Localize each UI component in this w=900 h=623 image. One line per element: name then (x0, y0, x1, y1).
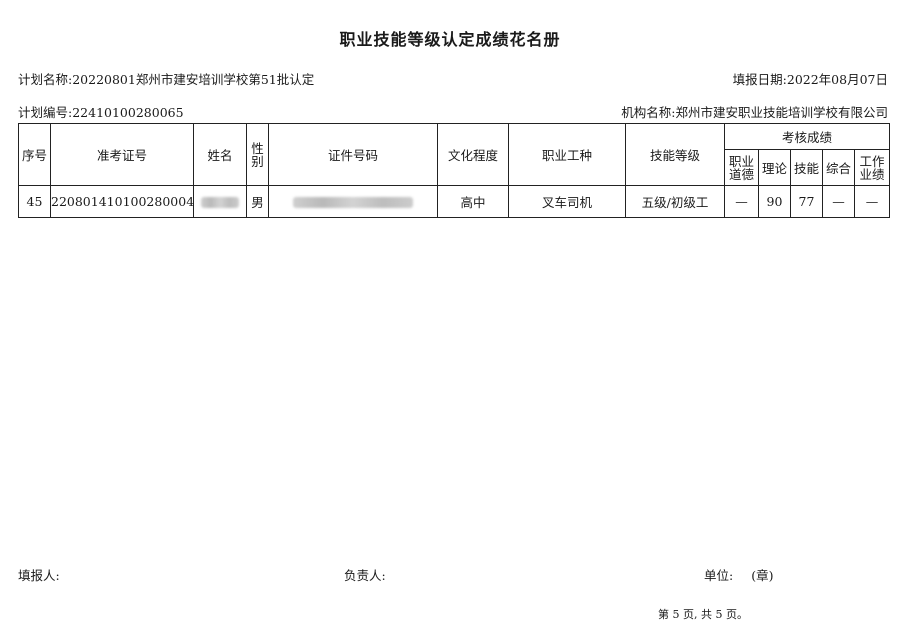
header-work-line2: 业绩 (859, 166, 885, 182)
unit-signature: 单位: (章) (704, 565, 773, 584)
organization-label: 机构名称: (621, 105, 676, 120)
header-name: 姓名 (193, 123, 247, 186)
header-skill-level: 技能等级 (625, 123, 725, 186)
owner-signature: 负责人: (344, 565, 386, 584)
plan-number-label: 计划编号: (18, 105, 73, 120)
header-occupation: 职业工种 (508, 123, 626, 186)
report-date-line: 填报日期:2022年08月07日 (733, 69, 888, 88)
header-skill: 技能 (790, 149, 823, 186)
header-gender-line2: 别 (251, 153, 264, 169)
header-id-number: 证件号码 (268, 123, 438, 186)
cell-education: 高中 (437, 185, 509, 218)
header-overall: 综合 (822, 149, 855, 186)
redacted-id-blur (293, 197, 413, 208)
plan-name-label: 计划名称: (18, 72, 73, 87)
redacted-name-blur (201, 197, 239, 208)
header-ethics: 职业 道德 (724, 149, 759, 186)
header-work-performance: 工作 业绩 (854, 149, 890, 186)
plan-number-value: 22410100280065 (72, 105, 184, 120)
cell-work-performance: — (854, 185, 890, 218)
document-title: 职业技能等级认定成绩花名册 (339, 30, 561, 49)
page-indicator: 第 5 页, 共 5 页。 (658, 608, 748, 621)
header-exam-number: 准考证号 (50, 123, 194, 186)
report-date-label: 填报日期: (732, 72, 787, 87)
cell-overall: — (822, 185, 855, 218)
report-date-value: 2022年08月07日 (786, 72, 888, 87)
cell-name-redacted (193, 185, 247, 218)
plan-name-value: 20220801郑州市建安培训学校第51批认定 (72, 72, 315, 87)
cell-skill-level: 五级/初级工 (625, 185, 725, 218)
header-ethics-line2: 道德 (728, 166, 754, 182)
filler-label: 填报人: (18, 568, 60, 583)
filler-signature: 填报人: (18, 565, 60, 584)
header-theory: 理论 (758, 149, 791, 186)
cell-id-number-redacted (268, 185, 438, 218)
table-row: 45 2208014101002800045 男 高中 叉车司机 五级/初级工 … (18, 185, 890, 218)
organization-value: 郑州市建安职业技能培训学校有限公司 (675, 105, 888, 120)
score-roster-table: 序号 准考证号 姓名 性 别 证件号码 文化程度 职业工种 技能等级 考核成绩 … (18, 123, 890, 218)
header-scores-group: 考核成绩 (724, 123, 890, 150)
seal-placeholder: (章) (751, 568, 774, 583)
cell-occupation: 叉车司机 (508, 185, 626, 218)
cell-exam-number: 2208014101002800045 (50, 185, 194, 218)
cell-theory: 90 (758, 185, 791, 218)
plan-number-line: 计划编号:22410100280065 (18, 102, 184, 121)
cell-seq: 45 (18, 185, 51, 218)
cell-skill: 77 (790, 185, 823, 218)
organization-line: 机构名称:郑州市建安职业技能培训学校有限公司 (621, 102, 888, 121)
cell-gender: 男 (246, 185, 269, 218)
plan-name-line: 计划名称:20220801郑州市建安培训学校第51批认定 (18, 69, 314, 88)
unit-label: 单位: (704, 568, 734, 583)
table-header-row: 序号 准考证号 姓名 性 别 证件号码 文化程度 职业工种 技能等级 考核成绩 (18, 123, 890, 186)
header-education: 文化程度 (437, 123, 509, 186)
header-gender: 性 别 (246, 123, 269, 186)
cell-ethics: — (724, 185, 759, 218)
owner-label: 负责人: (344, 568, 386, 583)
header-seq: 序号 (18, 123, 51, 186)
